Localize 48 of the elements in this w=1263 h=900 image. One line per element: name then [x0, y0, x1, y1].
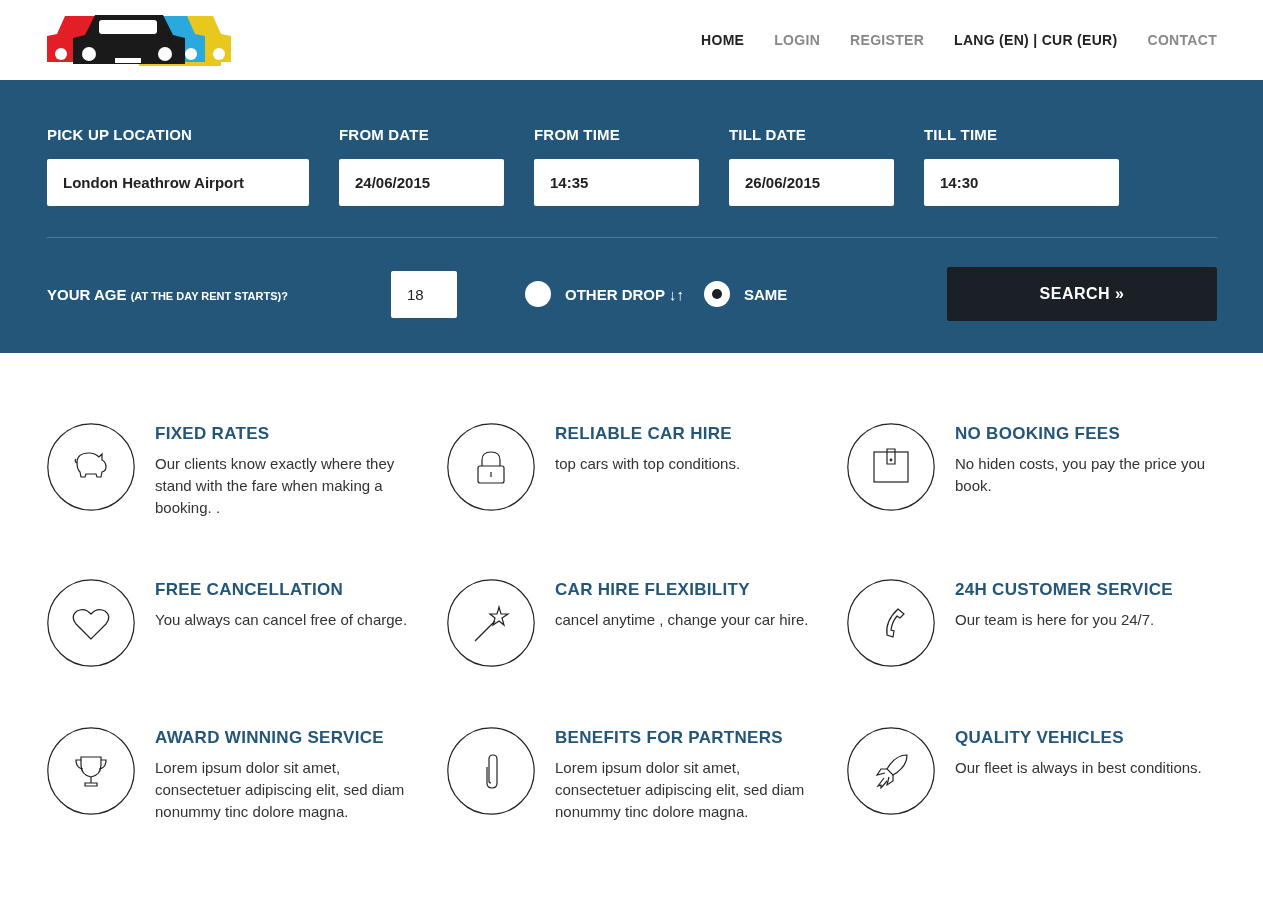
feature-text: Lorem ipsum dolor sit amet, consectetuer adipiscing elit, sed diam nonummy tinc dolore magna.	[155, 758, 406, 822]
phone-icon	[847, 579, 935, 667]
magic-wand-icon	[447, 579, 535, 667]
nav-link[interactable]: HOME	[701, 32, 745, 48]
age-field[interactable]: 18	[391, 270, 457, 318]
input-field[interactable]: 14:35	[534, 159, 699, 206]
field-label: TILL DATE	[729, 126, 808, 143]
feature-title: FIXED RATES	[155, 424, 271, 444]
feature-text: cancel anytime , change your car hire.	[555, 610, 810, 630]
feature-text: Lorem ipsum dolor sit amet, consectetuer adipiscing elit, sed diam nonummy tinc dolore magna.	[555, 758, 806, 822]
rocket-icon	[847, 727, 935, 815]
input-field[interactable]: 26/06/2015	[729, 159, 894, 206]
nav-link[interactable]: LANG (EN) | CUR (EUR)	[954, 32, 1118, 48]
feature-title: QUALITY VEHICLES	[955, 728, 1125, 748]
field-label: FROM DATE	[339, 126, 430, 143]
input-field[interactable]: London Heathrow Airport	[47, 159, 309, 206]
feature-title: NO BOOKING FEES	[955, 424, 1122, 444]
radio-button[interactable]	[525, 281, 551, 307]
trophy-icon	[47, 727, 135, 815]
feature-title: FREE CANCELLATION	[155, 580, 344, 600]
feature-title: 24H CUSTOMER SERVICE	[955, 580, 1174, 600]
nav-link[interactable]: LOGIN	[774, 32, 821, 48]
nav-link[interactable]: REGISTER	[850, 32, 925, 48]
feature-text: Our fleet is always in best conditions.	[955, 758, 1203, 778]
input-field[interactable]: 14:30	[924, 159, 1119, 206]
field-label: FROM TIME	[534, 126, 621, 143]
radio-button[interactable]	[703, 281, 730, 307]
field-label: PICK UP LOCATION	[47, 126, 194, 143]
feature-text: You always can cancel free of charge.	[155, 610, 409, 630]
radio-label: SAME	[743, 285, 788, 303]
nav-link[interactable]: CONTACT	[1147, 32, 1217, 48]
feature-title: BENEFITS FOR PARTNERS	[555, 728, 784, 748]
feature-title: AWARD WINNING SERVICE	[155, 728, 385, 748]
wallet-icon	[847, 423, 935, 511]
feature-text: top cars with top conditions.	[555, 454, 742, 474]
feature-text: Our clients know exactly where they stand with the fare when making a booking. .	[155, 454, 396, 518]
age-label: YOUR AGE (AT THE DAY RENT STARTS)?	[47, 285, 289, 303]
input-field[interactable]: 24/06/2015	[339, 159, 504, 206]
feature-text: Our team is here for you 24/7.	[955, 610, 1156, 630]
radio-label: OTHER DROP ↓↑	[565, 285, 684, 303]
feature-title: RELIABLE CAR HIRE	[555, 424, 733, 444]
feature-title: CAR HIRE FLEXIBILITY	[555, 580, 751, 600]
piggy-bank-icon	[47, 423, 135, 511]
field-label: TILL TIME	[924, 126, 999, 143]
padlock-icon	[447, 423, 535, 511]
search-button[interactable]: SEARCH »	[947, 267, 1217, 321]
feature-text: No hiden costs, you pay the price you book.	[955, 454, 1207, 496]
paperclip-icon	[447, 727, 535, 815]
